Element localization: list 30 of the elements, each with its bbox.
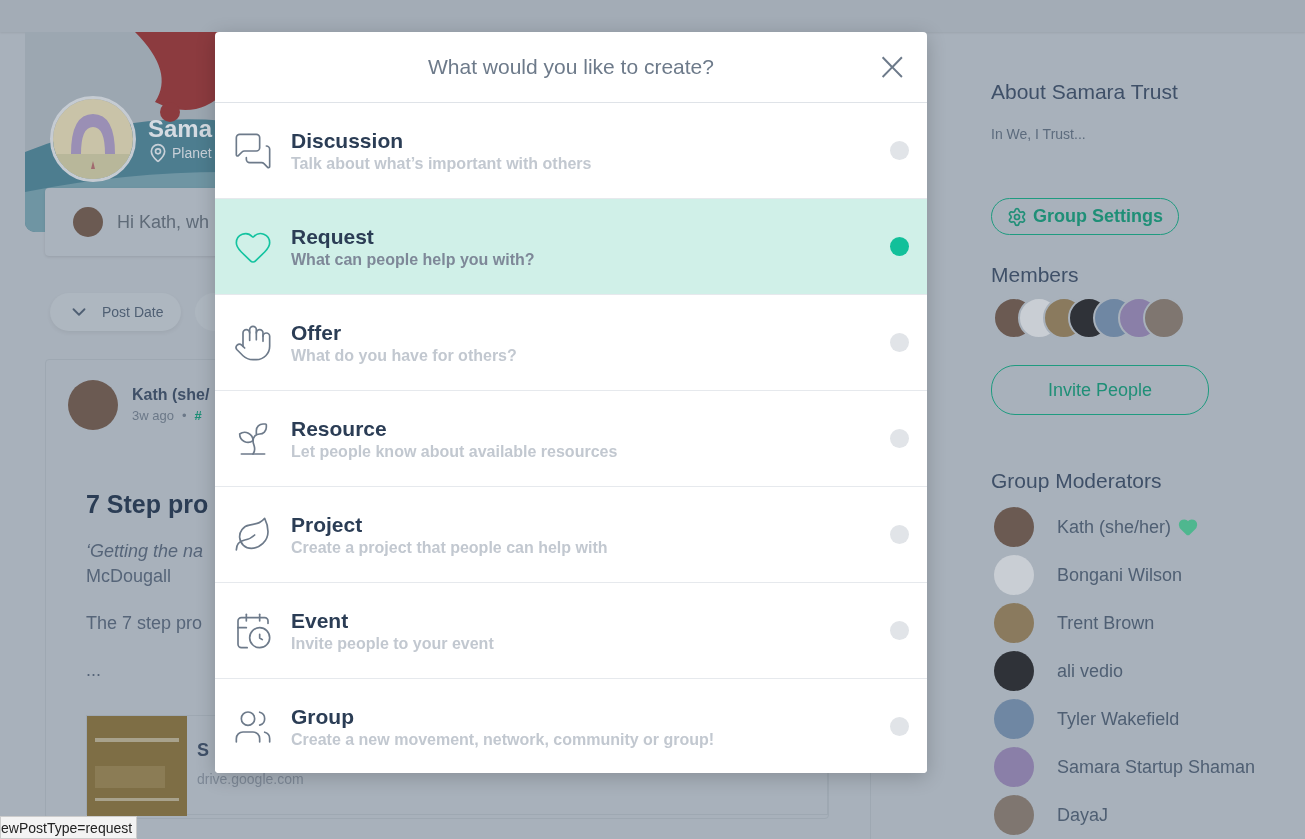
option-description: Create a new movement, network, community or group! (291, 730, 716, 749)
post-time: 3w ago (132, 408, 174, 423)
post-title: 7 Step pro (86, 490, 209, 519)
option-title: Discussion (291, 128, 405, 153)
option-title: Event (291, 608, 350, 633)
group-name: Sama (148, 115, 213, 143)
dialog-title: What would you like to create? (428, 55, 714, 79)
option-title: Project (291, 512, 364, 537)
more-indicator: ... (86, 660, 101, 681)
group-location: Planet (172, 145, 212, 161)
status-bar-url: ewPostType=request (0, 816, 138, 839)
post-quote: ‘Getting the na (86, 541, 204, 562)
section-heading: About Samara Trust (991, 80, 1178, 104)
link-title: S (197, 740, 210, 761)
section-heading: Group Moderators (991, 469, 1162, 493)
option-description: Invite people to your event (291, 634, 495, 653)
option-title: Resource (291, 416, 388, 441)
option-title: Request (291, 224, 375, 249)
option-title: Group (291, 704, 355, 729)
option-description: What can people help you with? (291, 250, 536, 269)
option-description: Create a project that people can help with (291, 538, 609, 557)
option-description: Let people know about available resources (291, 442, 619, 461)
section-heading: Members (991, 263, 1079, 287)
post-text: McDougall (86, 566, 172, 587)
post-box-placeholder: Hi Kath, wh (117, 211, 210, 233)
option-title: Offer (291, 320, 343, 345)
post-text: The 7 step pro (86, 613, 203, 634)
option-description: Talk about what’s important with others (291, 154, 593, 173)
option-description: What do you have for others? (291, 346, 518, 365)
separator-dot: • (181, 408, 187, 423)
